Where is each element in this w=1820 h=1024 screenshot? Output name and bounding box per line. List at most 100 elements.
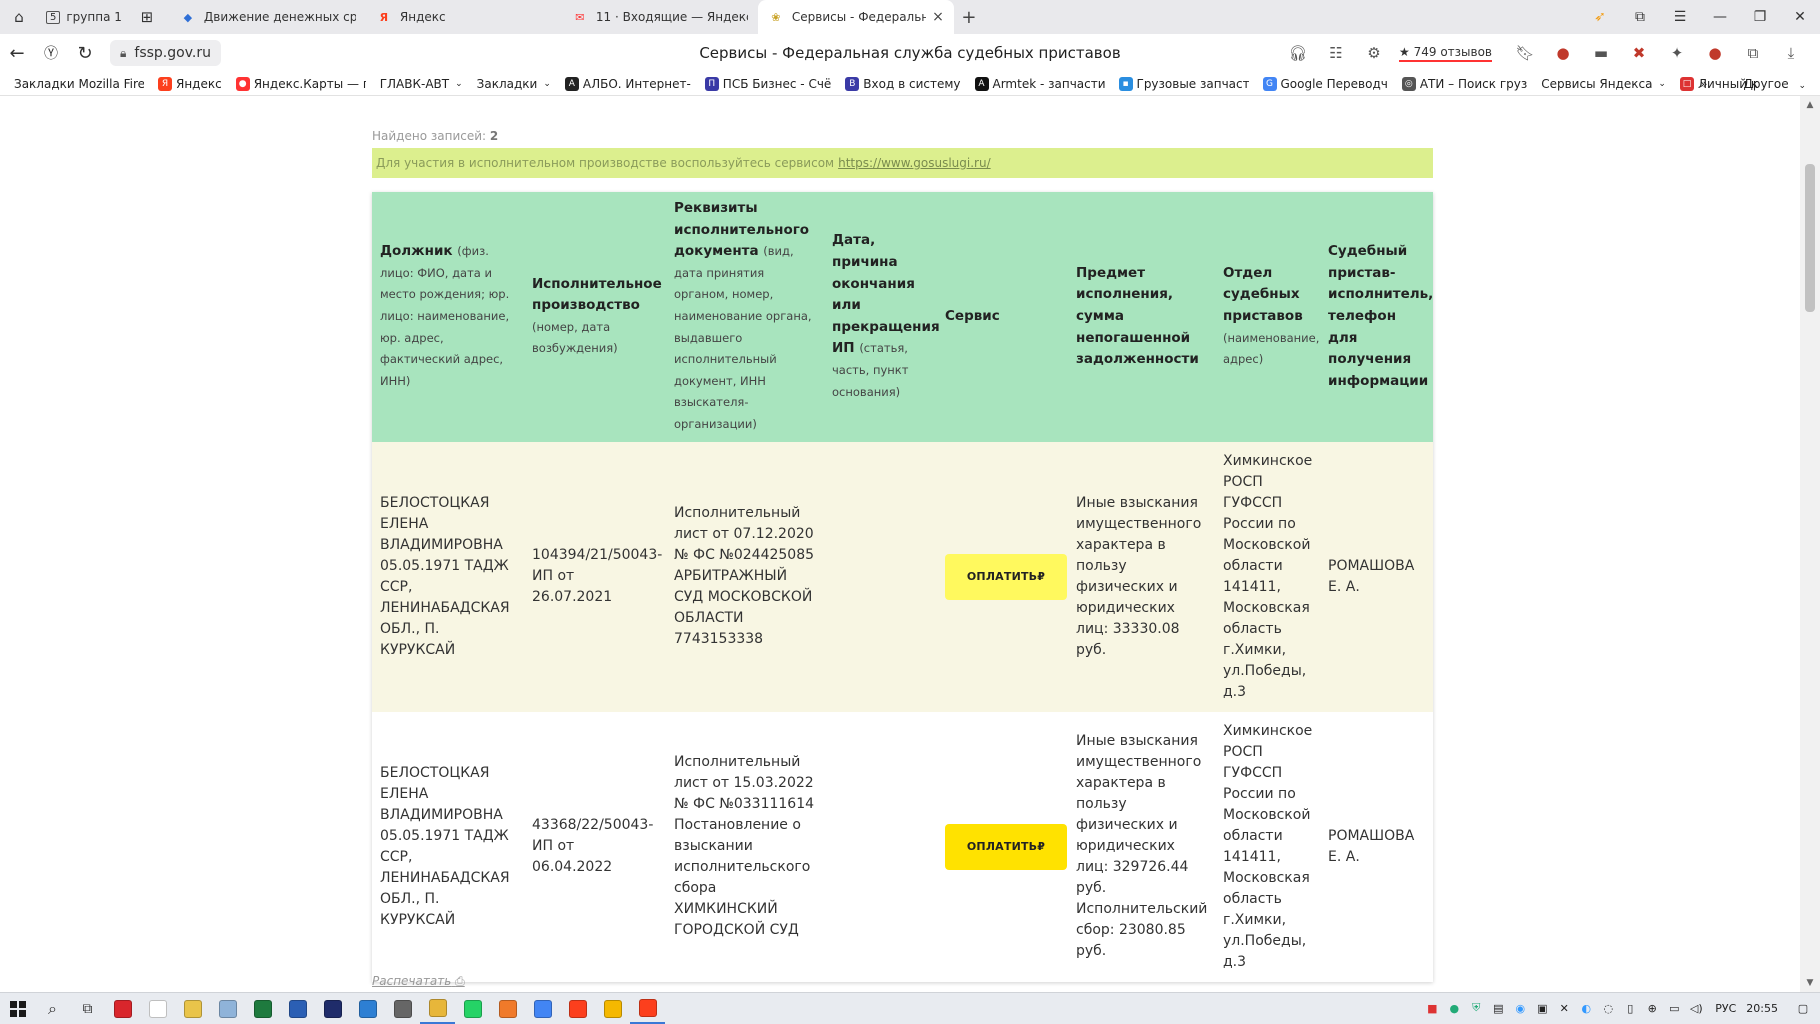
close-window-icon[interactable]: ✕ [1780, 9, 1820, 25]
bookmark-label: Вход в систему [863, 76, 961, 91]
extension-1-icon[interactable]: ● [1544, 44, 1582, 62]
shield-icon[interactable]: ⛨ [1465, 1001, 1487, 1015]
browser-tab[interactable]: ✉ 11 · Входящие — Яндекс П [562, 0, 758, 34]
bookmark-item[interactable]: A Armtek - запчасти [974, 76, 1105, 91]
bookmark-label: Armtek - запчасти [992, 76, 1105, 91]
column-header: Судебный пристав-исполнитель, телефон дл… [1320, 192, 1433, 442]
collections-icon[interactable]: ⧉ [1620, 9, 1660, 25]
bookmark-item[interactable]: Я Яндекс [158, 76, 222, 91]
windows-start-icon[interactable] [0, 994, 35, 1024]
reload-icon[interactable]: ↻ [68, 38, 102, 68]
gosuslugi-link[interactable]: https://www.gosuslugi.ru/ [838, 156, 991, 170]
bookmark-item[interactable]: А АЛБО. Интернет- [564, 76, 691, 91]
extension-4-icon[interactable]: ✦ [1658, 44, 1696, 62]
taskbar-app-icon[interactable] [140, 994, 175, 1024]
taskbar-app-icon[interactable] [280, 994, 315, 1024]
url-field[interactable]: 🔒︎ fssp.gov.ru [110, 40, 221, 66]
taskbar-app-icon[interactable] [560, 994, 595, 1024]
taskbar-app-icon[interactable] [490, 994, 525, 1024]
tray-app-1-icon[interactable]: ■ [1421, 1002, 1443, 1015]
headphones-icon[interactable]: 🎧︎ [1279, 44, 1317, 62]
yandex-logo-icon[interactable]: Ⓨ [34, 38, 68, 68]
download-icon[interactable]: ⤓ [1772, 44, 1810, 62]
app-glyph-icon [463, 999, 482, 1018]
subject-text: Иные взыскания имущественного характера … [1076, 494, 1202, 658]
extensions-icon[interactable]: ⧉ [1734, 44, 1772, 62]
tray-app-4-icon[interactable]: ◉ [1509, 1002, 1531, 1015]
taskbar-app-icon[interactable] [385, 994, 420, 1024]
scroll-thumb[interactable] [1805, 164, 1815, 312]
restore-icon[interactable]: ❐ [1740, 9, 1780, 25]
bookmark-item[interactable]: G Google Переводч [1262, 76, 1388, 91]
taskbar-app-icon[interactable] [245, 994, 280, 1024]
tray-app-6-icon[interactable]: ✕ [1553, 1002, 1575, 1015]
bookmarks-other[interactable]: Другое ⌄ [1744, 77, 1807, 91]
taskbar-app-icon[interactable] [175, 994, 210, 1024]
extension-3-icon[interactable]: ✖ [1620, 44, 1658, 62]
tab-group[interactable]: 5 группа 1 [40, 5, 128, 29]
taskbar-app-icon[interactable] [315, 994, 350, 1024]
chevron-down-icon: ⌄ [455, 78, 463, 89]
scroll-up-icon[interactable]: ▲ [1800, 100, 1820, 110]
tray-app-3-icon[interactable]: ▤ [1487, 1002, 1509, 1015]
tab-close-icon[interactable]: × [932, 9, 944, 25]
browser-tab[interactable]: ❀ Сервисы - Федеральна × [757, 0, 954, 34]
windows-taskbar: ⌕ ⧉ ■ ● ⛨ ▤ ◉ ▣ ✕ ◐ ◌ ▯ ⊕ ▭ ◁) РУС 20:55… [0, 992, 1820, 1024]
records-found: Найдено записей: 2 [372, 129, 498, 143]
bookmark-icon[interactable]: 🔖︎ [1506, 44, 1544, 62]
extension-2-icon[interactable]: ▬ [1582, 44, 1620, 62]
bookmark-item[interactable]: П ПСБ Бизнес - Счё [704, 76, 831, 91]
taskbar-app-icon[interactable] [525, 994, 560, 1024]
site-reviews[interactable]: ★ 749 отзывов [1399, 45, 1492, 62]
taskbar-app-icon[interactable] [210, 994, 245, 1024]
bookmark-item[interactable]: Сервисы Яндекса ⌄ [1541, 77, 1666, 91]
display-icon[interactable]: ▭ [1663, 1002, 1685, 1015]
taskbar-app-icon[interactable] [455, 994, 490, 1024]
pay-button[interactable]: ОПЛАТИТЬ₽ [945, 823, 1067, 870]
bookmarks-more-icon[interactable]: » [1700, 77, 1707, 91]
new-group-icon[interactable]: ⊞ [132, 4, 162, 30]
menu-icon[interactable]: ☰ [1660, 9, 1700, 25]
scroll-down-icon[interactable]: ▼ [1800, 978, 1820, 988]
bookmark-item[interactable]: Закладки Mozilla Fire⌄ [14, 77, 144, 91]
extension-5-icon[interactable]: ● [1696, 44, 1734, 62]
taskbar-app-icon[interactable] [420, 994, 455, 1024]
column-subtitle: (наименование, адрес) [1223, 330, 1320, 367]
pay-button[interactable]: ОПЛАТИТЬ₽ [945, 553, 1067, 600]
bookmark-item[interactable]: ◎ АТИ – Поиск груз [1401, 76, 1527, 91]
page-scrollbar[interactable]: ▲ ▼ [1800, 96, 1820, 992]
clock[interactable]: 20:55 [1746, 1002, 1778, 1015]
taskbar-app-icon[interactable] [350, 994, 385, 1024]
tray-app-8-icon[interactable]: ◌ [1597, 1002, 1619, 1015]
taskbar-app-icon[interactable] [630, 994, 665, 1024]
volume-icon[interactable]: ◁) [1685, 1002, 1707, 1015]
back-arrow-icon[interactable]: ← [0, 38, 34, 68]
taskbar-app-icon[interactable] [595, 994, 630, 1024]
bookmark-item[interactable]: Закладки ⌄ [477, 77, 551, 91]
reader-icon[interactable]: ☷ [1317, 44, 1355, 62]
new-tab-button[interactable]: + [954, 4, 984, 30]
language-indicator[interactable]: РУС [1715, 1002, 1736, 1015]
tabs-home-icon[interactable]: ⌂ [4, 4, 34, 30]
notifications-icon[interactable]: ▢ [1792, 1002, 1814, 1015]
bookmark-item[interactable]: ▪ Грузовые запчаст [1118, 76, 1249, 91]
search-icon[interactable]: ⌕ [35, 994, 70, 1024]
minimize-icon[interactable]: — [1700, 9, 1740, 25]
task-view-icon[interactable]: ⧉ [70, 994, 105, 1024]
print-link[interactable]: Распечатать ⎙ [372, 974, 465, 989]
browser-tab[interactable]: ◆ Движение денежных сре [170, 0, 366, 34]
taskbar-app-icon[interactable] [105, 994, 140, 1024]
bookmark-favicon-icon: П [704, 76, 719, 91]
bookmark-item[interactable]: В Вход в систему [845, 76, 961, 91]
usb-icon[interactable]: ▯ [1619, 1002, 1641, 1015]
bookmark-favicon-icon: ◎ [1401, 76, 1416, 91]
permissions-icon[interactable]: ⚙ [1355, 44, 1393, 62]
tray-app-5-icon[interactable]: ▣ [1531, 1002, 1553, 1015]
network-icon[interactable]: ⊕ [1641, 1002, 1663, 1015]
bookmark-item[interactable]: ГЛАВК-АВТ ⌄ [380, 77, 463, 91]
tray-app-7-icon[interactable]: ◐ [1575, 1002, 1597, 1015]
extension-arrow-icon[interactable]: ➶ [1580, 9, 1620, 25]
browser-tab[interactable]: Я Яндекс [366, 0, 562, 34]
tray-app-2-icon[interactable]: ● [1443, 1002, 1465, 1015]
bookmark-item[interactable]: ● Яндекс.Карты — п [235, 76, 366, 91]
